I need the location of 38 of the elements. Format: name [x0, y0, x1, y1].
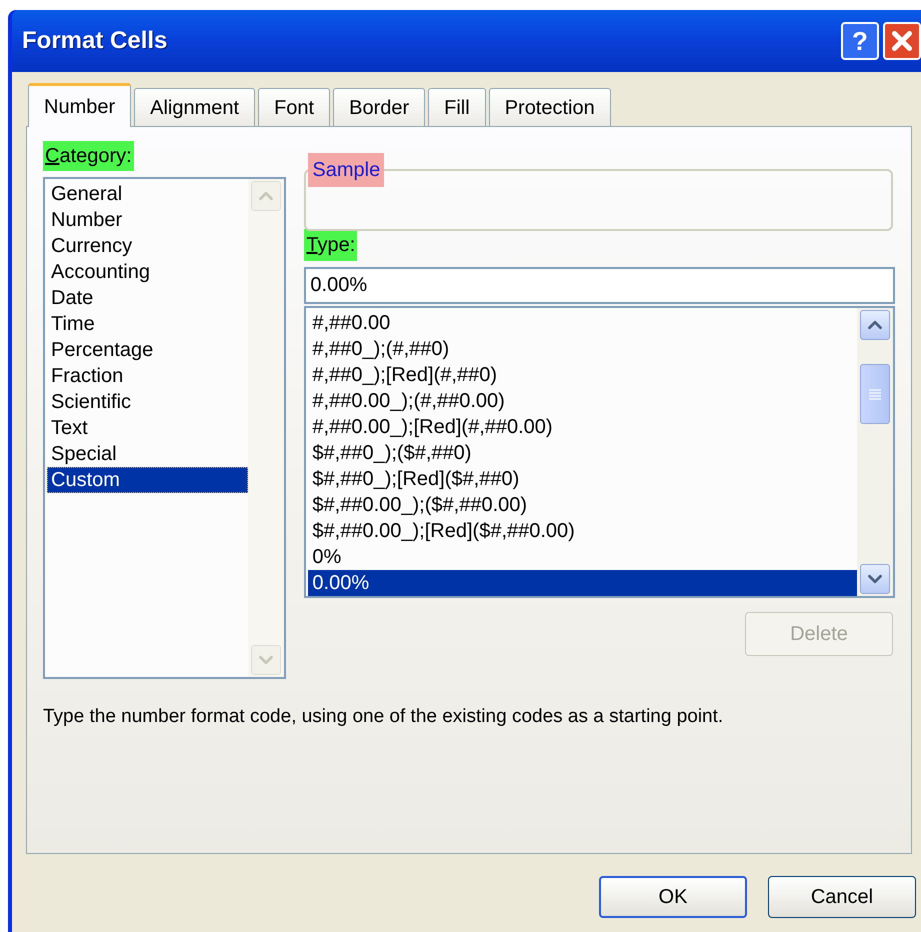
format-item[interactable]: #,##0.00_);[Red](#,##0.00)	[308, 414, 857, 440]
tab[interactable]: Font	[258, 88, 330, 126]
category-item[interactable]: Scientific	[47, 389, 248, 415]
tab[interactable]: Fill	[428, 88, 486, 126]
sample-label: Sample	[308, 153, 384, 187]
format-item[interactable]: #,##0_);(#,##0)	[308, 336, 857, 362]
description-text: Type the number format code, using one of the existing codes as a starting point.	[43, 705, 724, 729]
tab[interactable]: Border	[333, 88, 426, 126]
category-item[interactable]: General	[47, 181, 248, 207]
help-button[interactable]: ?	[841, 22, 879, 60]
category-item[interactable]: Number	[47, 207, 248, 233]
category-item[interactable]: Accounting	[47, 259, 248, 285]
format-item[interactable]: $#,##0_);[Red]($#,##0)	[308, 466, 857, 492]
tab[interactable]: Protection	[488, 88, 611, 126]
format-item[interactable]: #,##0.00_);(#,##0.00)	[308, 388, 857, 414]
category-item[interactable]: Custom	[47, 467, 248, 493]
category-item[interactable]: Text	[47, 415, 248, 441]
category-item[interactable]: Fraction	[47, 363, 248, 389]
tab[interactable]: Alignment	[134, 88, 256, 126]
format-item[interactable]: #,##0_);[Red](#,##0)	[308, 362, 857, 388]
category-item[interactable]: Percentage	[47, 337, 248, 363]
window-title: Format Cells	[22, 26, 168, 56]
format-item[interactable]: #,##0.00	[308, 310, 857, 336]
dialog-button[interactable]: Cancel	[768, 876, 916, 918]
category-item[interactable]: Date	[47, 285, 248, 311]
dialog-button[interactable]: OK	[599, 876, 747, 918]
format-item[interactable]: $#,##0_);($#,##0)	[308, 440, 857, 466]
format-item[interactable]: 0%	[308, 544, 857, 570]
category-item[interactable]: Time	[47, 311, 248, 337]
format-item[interactable]: $#,##0.00_);[Red]($#,##0.00)	[308, 518, 857, 544]
type-input-field[interactable]: 0.00%	[304, 267, 895, 304]
category-item[interactable]: Currency	[47, 233, 248, 259]
category-item[interactable]: Special	[47, 441, 248, 467]
category-label: Category:	[43, 141, 134, 171]
format-item[interactable]: 0.00%	[308, 570, 857, 596]
format-item[interactable]: $#,##0.00_);($#,##0.00)	[308, 492, 857, 518]
type-label: Type:	[304, 229, 358, 261]
tab[interactable]: Number	[28, 83, 132, 127]
